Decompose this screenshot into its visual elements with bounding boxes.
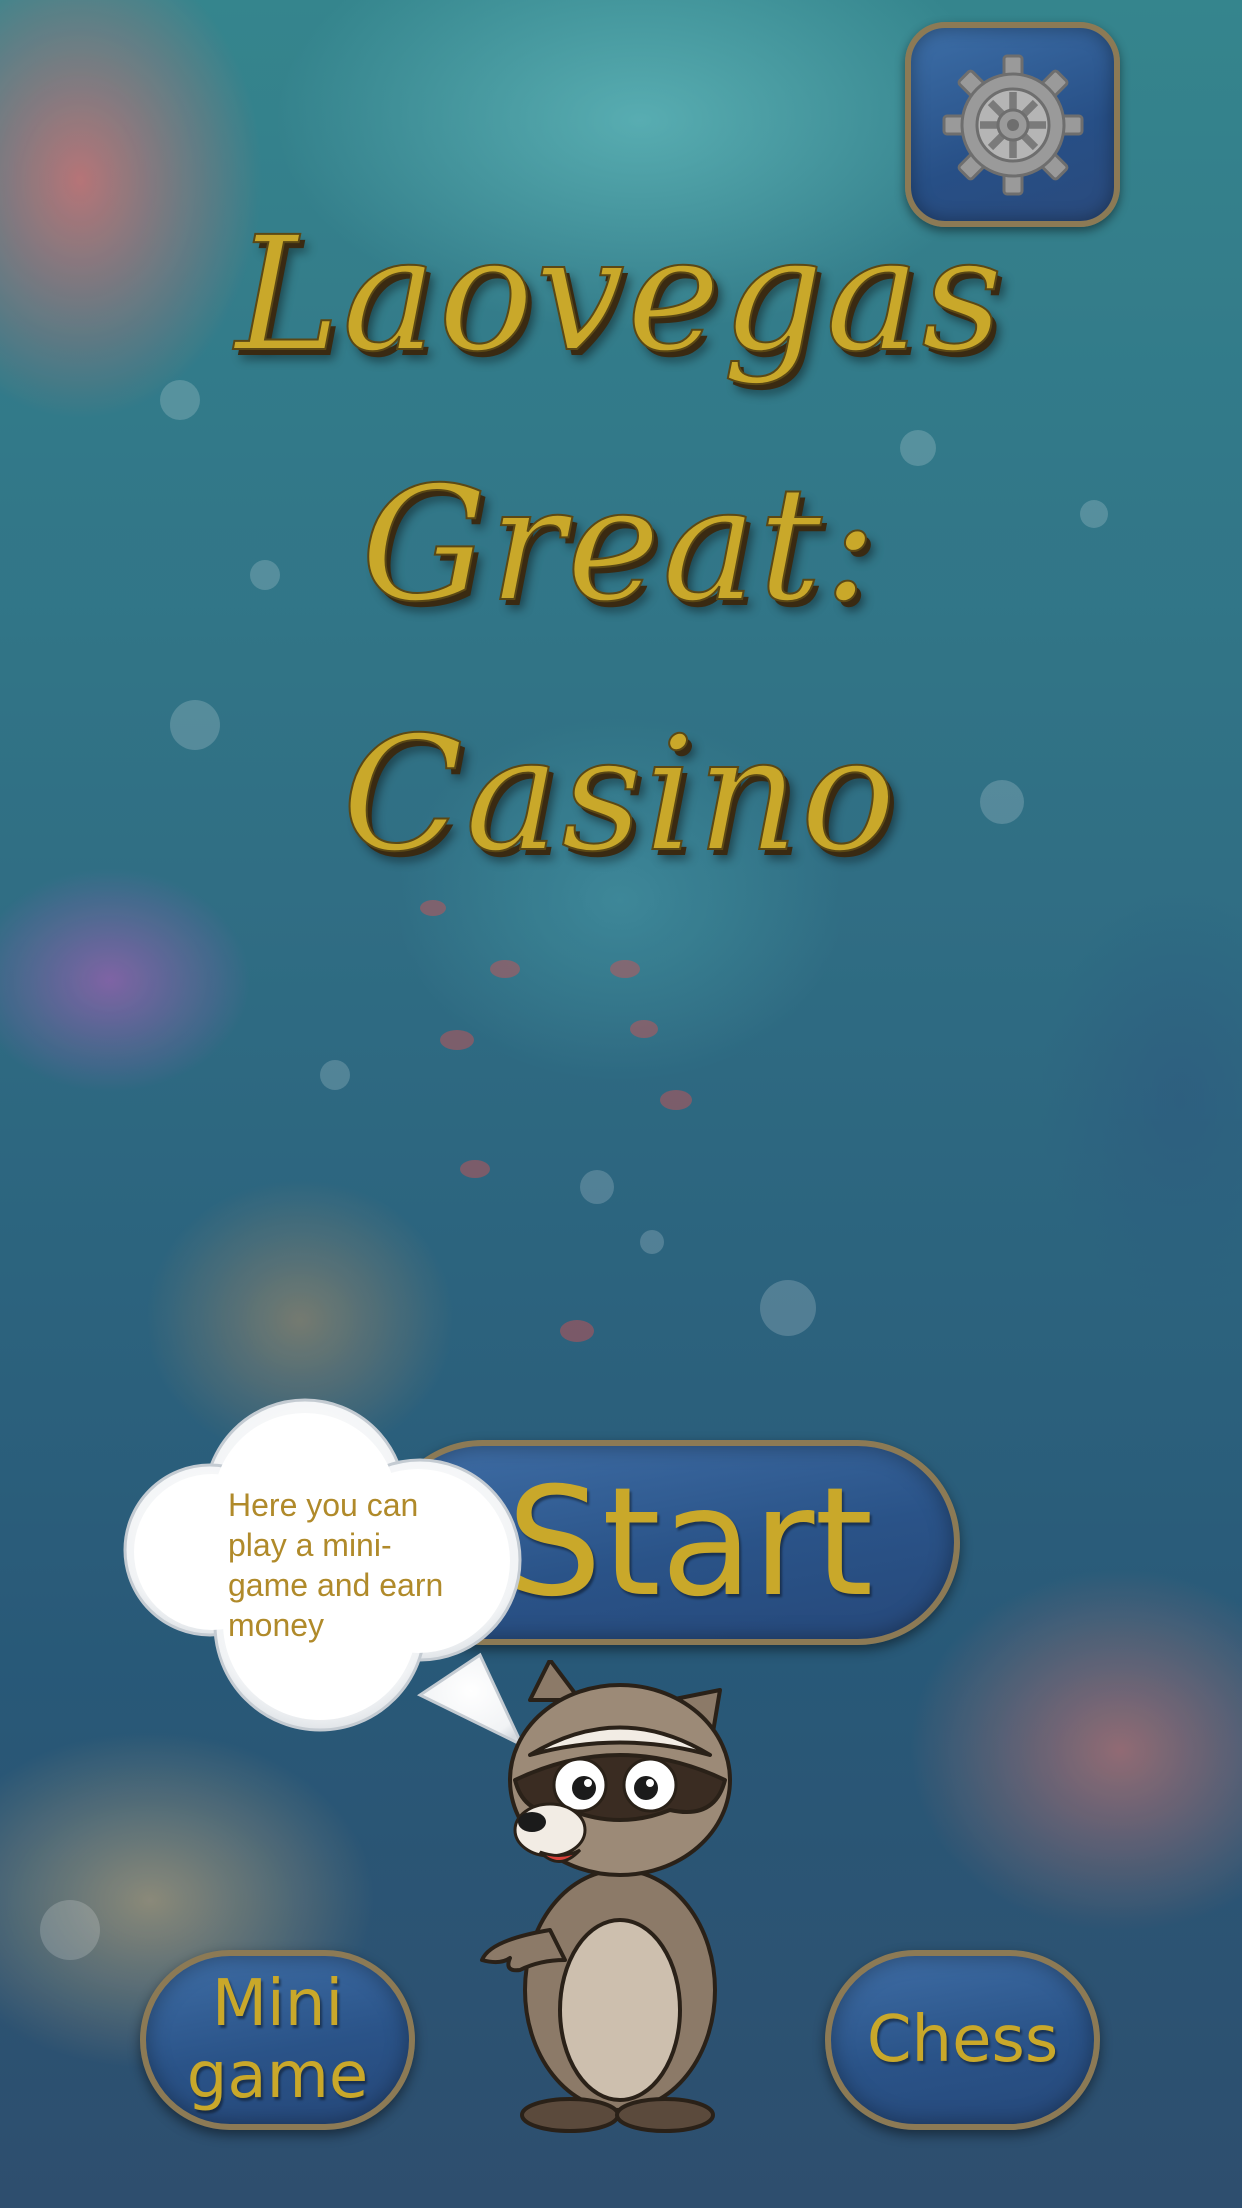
start-button-label: Start <box>506 1455 874 1630</box>
title-line-3: Casino <box>341 702 898 888</box>
title-line-1: Laovegas <box>234 202 1005 388</box>
chess-button-label: Chess <box>866 2003 1059 2077</box>
speech-bubble-text: Here you can play a mini-game and earn m… <box>228 1487 444 1643</box>
mini-game-button[interactable]: Mini game <box>140 1950 415 2130</box>
title-line-2: Great: <box>360 452 880 638</box>
mini-game-label-line-1: Mini <box>211 1967 344 2041</box>
chess-button[interactable]: Chess <box>825 1950 1100 2130</box>
mini-game-label-line-2: game <box>186 2039 369 2113</box>
game-title: Laovegas Great: Casino <box>160 170 1080 920</box>
raccoon-character <box>480 1660 732 2133</box>
